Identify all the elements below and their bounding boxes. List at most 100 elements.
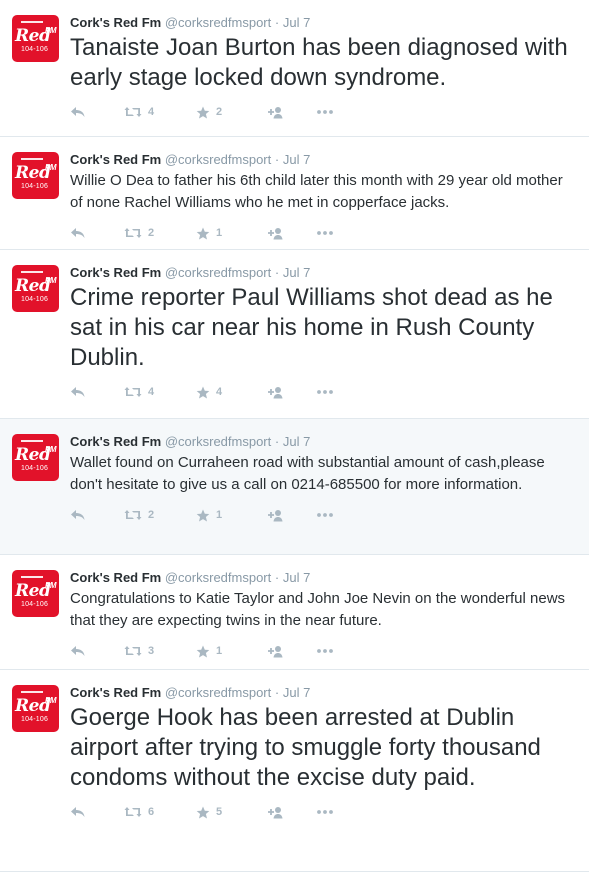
author-name[interactable]: Cork's Red Fm [70,152,161,167]
tweet-date[interactable]: Jul 7 [283,434,310,449]
tweet-actions: 6 5 [70,793,577,831]
more-button[interactable] [316,809,334,815]
avatar-frequency: 104-106 [21,46,49,53]
avatar-suffix: FM [45,445,57,454]
more-button[interactable] [316,512,334,518]
tweet-item[interactable]: Red FM 104-106 Cork's Red Fm @corksredfm… [0,670,589,872]
more-button[interactable] [316,648,334,654]
tweet-date[interactable]: Jul 7 [283,152,310,167]
author-handle[interactable]: @corksredfmsport [165,570,271,585]
follow-button[interactable] [266,806,316,819]
tweet-header: Cork's Red Fm @corksredfmsport · Jul 7 [70,264,577,282]
reply-icon [71,107,85,117]
star-icon [196,106,210,118]
reply-button[interactable] [70,106,124,118]
retweet-count: 2 [148,227,155,239]
more-icon [317,110,333,114]
avatar-frequency: 104-106 [21,183,49,190]
tweet-item[interactable]: Red FM 104-106 Cork's Red Fm @corksredfm… [0,137,589,250]
author-handle[interactable]: @corksredfmsport [165,265,271,280]
avatar[interactable]: Red FM 104-106 [12,570,59,617]
favorite-count: 5 [216,806,223,818]
avatar[interactable]: Red FM 104-106 [12,685,59,732]
retweet-icon [124,646,142,656]
tweet-item[interactable]: Red FM 104-106 Cork's Red Fm @corksredfm… [0,250,589,419]
follow-icon [268,227,283,239]
tweet-text: Crime reporter Paul Williams shot dead a… [70,284,553,371]
tweet-item[interactable]: Red FM 104-106 Cork's Red Fm @corksredfm… [0,419,589,555]
avatar-suffix: FM [45,276,57,285]
favorite-button[interactable]: 1 [196,509,266,522]
more-button[interactable] [316,109,334,115]
favorite-button[interactable]: 4 [196,386,266,399]
separator-dot: · [274,685,280,700]
author-name[interactable]: Cork's Red Fm [70,15,161,30]
retweet-button[interactable]: 2 [124,227,196,239]
author-handle[interactable]: @corksredfmsport [165,15,271,30]
follow-button[interactable] [266,386,316,399]
avatar-frequency: 104-106 [21,601,49,608]
tweet-timeline: Red FM 104-106 Cork's Red Fm @corksredfm… [0,0,589,872]
favorite-button[interactable]: 1 [196,227,266,240]
retweet-button[interactable]: 3 [124,645,196,657]
favorite-button[interactable]: 1 [196,645,266,658]
author-name[interactable]: Cork's Red Fm [70,265,161,280]
author-name[interactable]: Cork's Red Fm [70,570,161,585]
favorite-button[interactable]: 5 [196,806,266,819]
tweet-date[interactable]: Jul 7 [283,570,310,585]
reply-button[interactable] [70,227,124,239]
tweet-date[interactable]: Jul 7 [283,265,310,280]
author-name[interactable]: Cork's Red Fm [70,434,161,449]
avatar-suffix: FM [45,581,57,590]
tweet-item[interactable]: Red FM 104-106 Cork's Red Fm @corksredfm… [0,0,589,137]
follow-icon [268,645,283,657]
more-button[interactable] [316,230,334,236]
tweet-text: Willie O Dea to father his 6th child lat… [70,172,563,211]
reply-icon [71,387,85,397]
reply-button[interactable] [70,806,124,818]
retweet-button[interactable]: 6 [124,806,196,818]
reply-button[interactable] [70,645,124,657]
tweet-item[interactable]: Red FM 104-106 Cork's Red Fm @corksredfm… [0,555,589,670]
reply-icon [71,807,85,817]
retweet-button[interactable]: 2 [124,509,196,521]
tweet-date[interactable]: Jul 7 [283,685,310,700]
avatar[interactable]: Red FM 104-106 [12,152,59,199]
favorite-count: 4 [216,386,223,398]
author-handle[interactable]: @corksredfmsport [165,685,271,700]
author-handle[interactable]: @corksredfmsport [165,434,271,449]
follow-button[interactable] [266,227,316,240]
reply-button[interactable] [70,386,124,398]
more-icon [317,810,333,814]
retweet-icon [124,807,142,817]
avatar[interactable]: Red FM 104-106 [12,265,59,312]
tweet-text: Congratulations to Katie Taylor and John… [70,590,566,629]
separator-dot: · [274,265,280,280]
avatar-suffix: FM [45,26,57,35]
retweet-button[interactable]: 4 [124,386,196,398]
tweet-header: Cork's Red Fm @corksredfmsport · Jul 7 [70,14,577,32]
tweet-text: Wallet found on Curraheen road with subs… [70,454,545,493]
more-button[interactable] [316,389,334,395]
separator-dot: · [274,570,280,585]
follow-icon [268,106,283,118]
retweet-count: 4 [148,106,155,118]
author-name[interactable]: Cork's Red Fm [70,685,161,700]
favorite-count: 1 [216,227,223,239]
favorite-count: 2 [216,106,223,118]
tweet-date[interactable]: Jul 7 [283,15,310,30]
tweet-actions: 2 1 [70,214,577,252]
follow-button[interactable] [266,106,316,119]
avatar[interactable]: Red FM 104-106 [12,15,59,62]
reply-icon [71,646,85,656]
retweet-count: 4 [148,386,155,398]
separator-dot: · [274,152,280,167]
avatar-frequency: 104-106 [21,716,49,723]
retweet-button[interactable]: 4 [124,106,196,118]
avatar[interactable]: Red FM 104-106 [12,434,59,481]
author-handle[interactable]: @corksredfmsport [165,152,271,167]
follow-button[interactable] [266,509,316,522]
favorite-button[interactable]: 2 [196,106,266,119]
reply-button[interactable] [70,509,124,521]
follow-button[interactable] [266,645,316,658]
